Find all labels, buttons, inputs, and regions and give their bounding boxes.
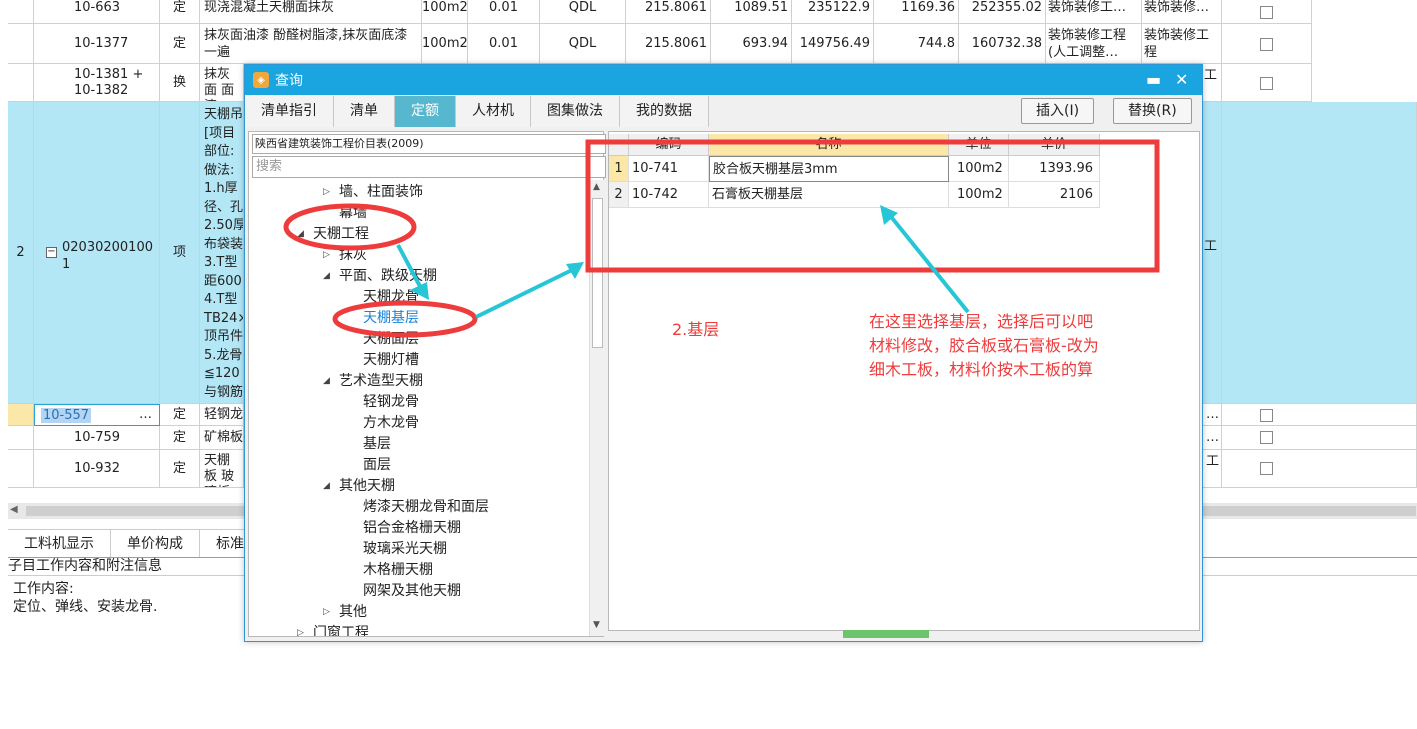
annotation-base-label: 2.基层 bbox=[672, 320, 720, 339]
highlight-results-box bbox=[585, 139, 1160, 273]
note-line: 材料修改，胶合板或石膏板-改为 bbox=[869, 336, 1099, 355]
arrow-line-down bbox=[396, 244, 425, 293]
circle-ceiling-project bbox=[283, 203, 417, 251]
annotation-overlay bbox=[283, 139, 1160, 338]
circle-ceiling-base bbox=[332, 300, 478, 338]
arrow-line-up bbox=[886, 211, 970, 314]
note-line: 细木工板，材料价按木工板的算 bbox=[869, 360, 1094, 379]
annotation-note: 在这里选择基层，选择后可以吧 材料修改，胶合板或石膏板-改为 细木工板，材料价按… bbox=[869, 310, 1099, 382]
note-line: 在这里选择基层，选择后可以吧 bbox=[869, 312, 1094, 331]
arrow-line-right bbox=[475, 268, 573, 319]
